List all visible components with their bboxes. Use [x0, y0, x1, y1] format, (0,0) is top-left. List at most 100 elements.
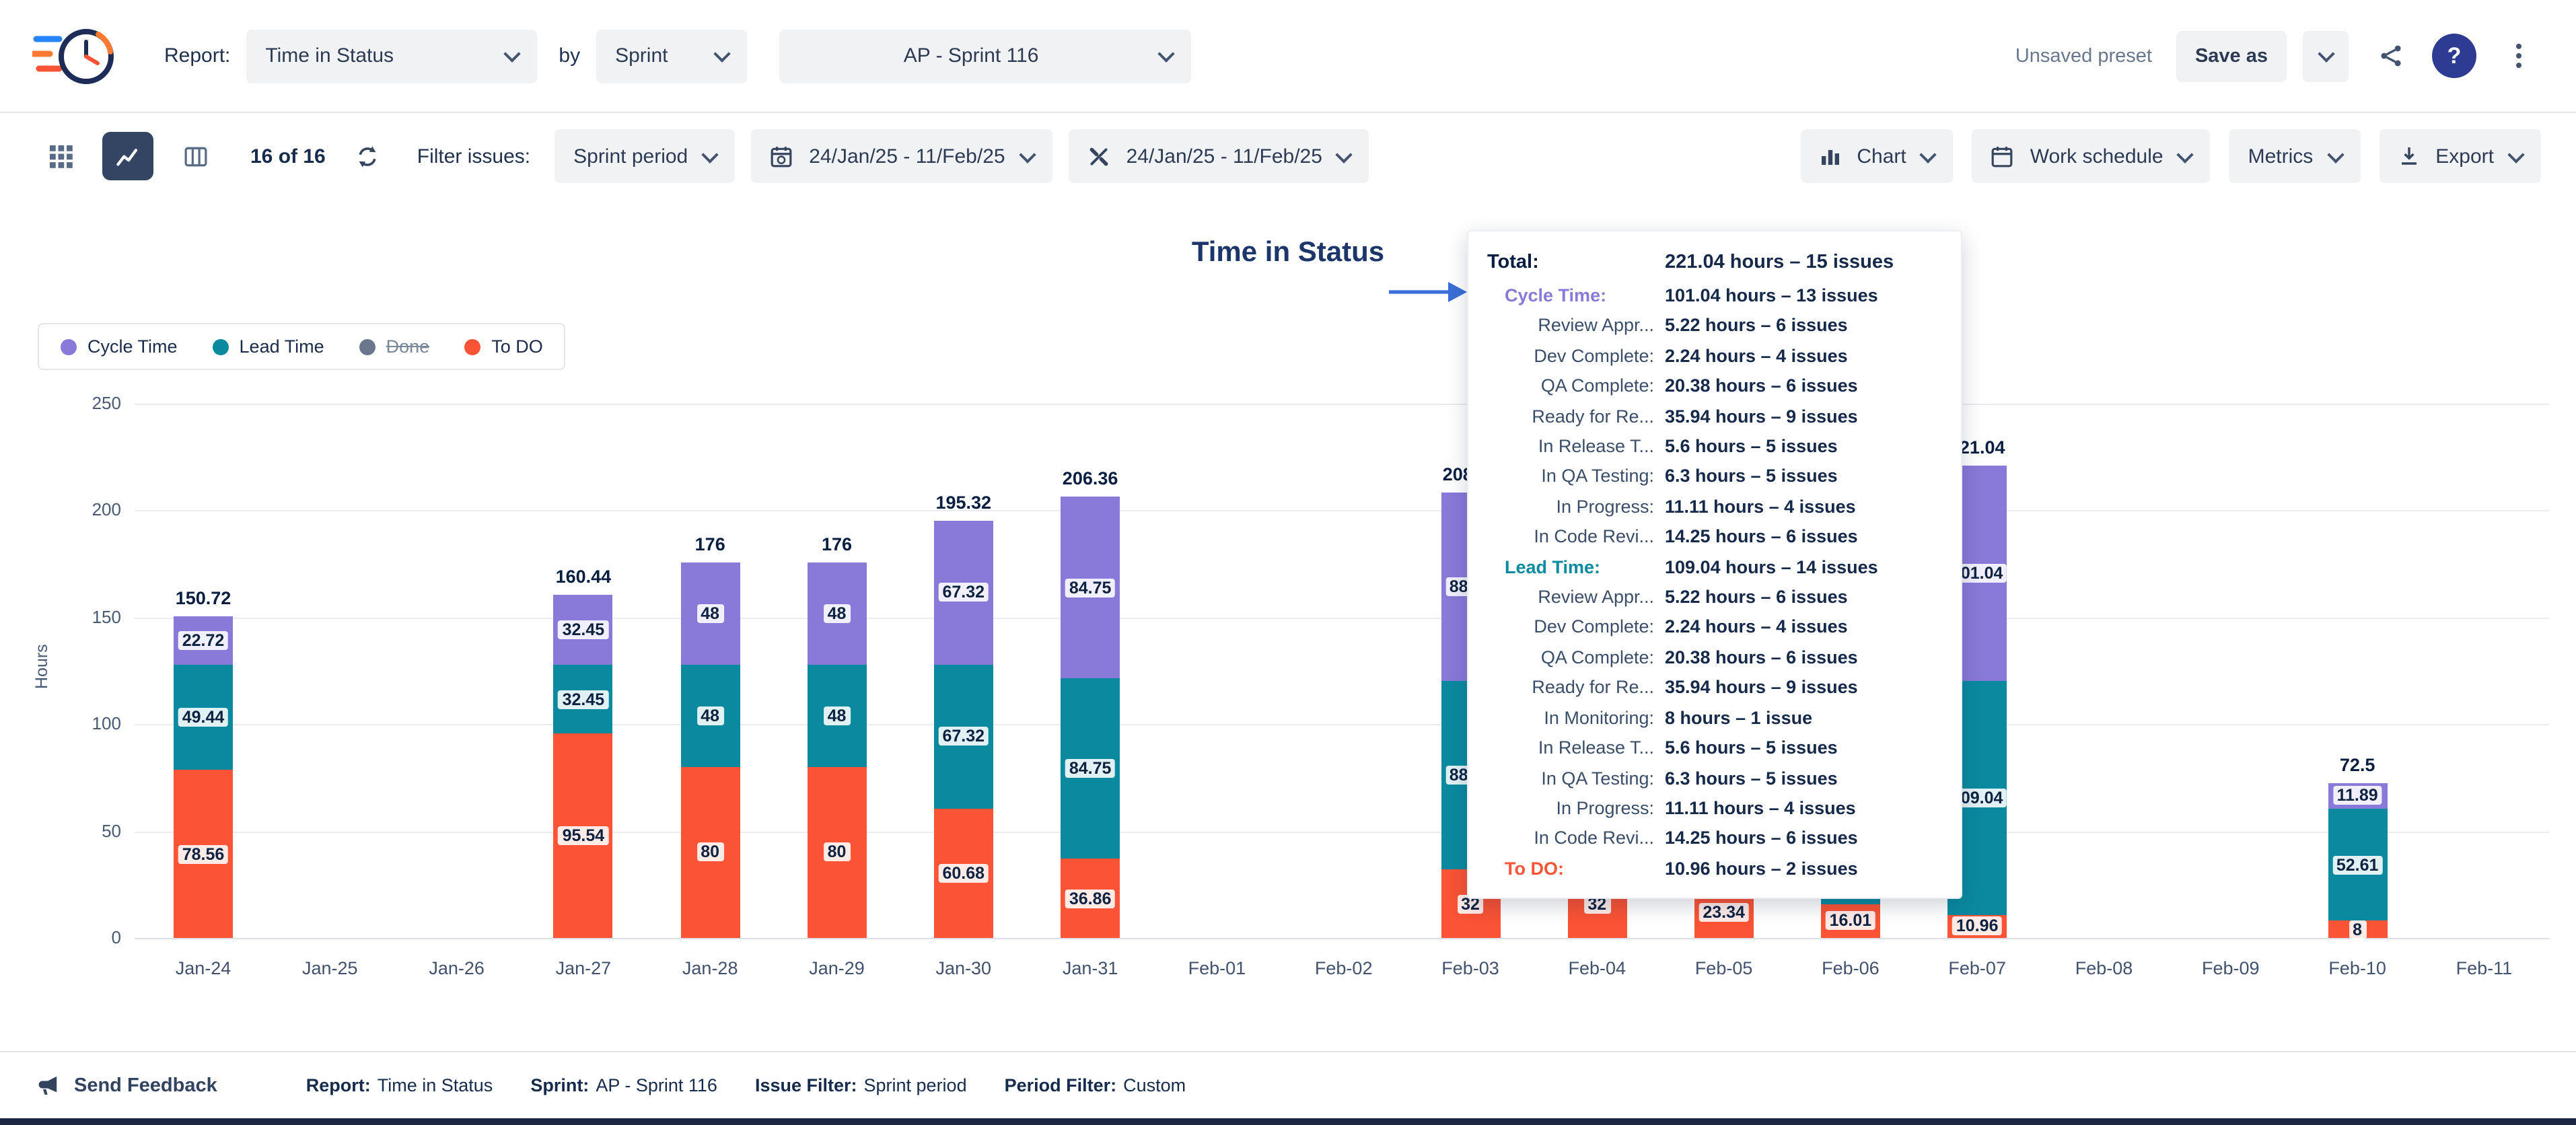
tooltip-row-label: In Progress:: [1487, 493, 1665, 523]
bar-value-label: 23.34: [1698, 904, 1749, 922]
x-axis-label: Jan-24: [176, 958, 231, 978]
window-bottom-edge: [0, 1118, 2576, 1125]
tooltip-row-label: QA Complete:: [1487, 371, 1665, 402]
summary-value: Sprint period: [864, 1075, 967, 1095]
tooltip-row-in-qa-testing: In QA Testing:6.3 hours – 5 issues: [1487, 462, 1942, 493]
tooltip-row-label: In Monitoring:: [1487, 703, 1665, 733]
legend-dot-icon: [359, 338, 375, 355]
bar-value-label: 10.96: [1952, 917, 2003, 936]
x-axis-label: Feb-03: [1441, 958, 1499, 978]
bar-value-label: 11.89: [2333, 787, 2382, 805]
tooltip-row-to-do: To DO:10.96 hours – 2 issues: [1487, 854, 1942, 884]
tooltip-row-label: To DO:: [1487, 854, 1665, 884]
x-axis-label: Feb-10: [2328, 958, 2386, 978]
tooltip-row-value: 2.24 hours – 4 issues: [1665, 613, 1848, 643]
x-axis-label: Feb-02: [1315, 958, 1373, 978]
tooltip-row-value: 5.6 hours – 5 issues: [1665, 733, 1838, 764]
x-axis-label: Feb-07: [1948, 958, 2006, 978]
tooltip-row-value: 109.04 hours – 14 issues: [1665, 552, 1878, 583]
y-axis-title: Hours: [32, 644, 51, 689]
tooltip-row-in-release-t: In Release T...5.6 hours – 5 issues: [1487, 733, 1942, 764]
app-window: Report: Time in Status by Sprint AP - Sp…: [0, 0, 2576, 1125]
tooltip-row-label: Cycle Time:: [1487, 281, 1665, 312]
chart-legend: Cycle Time Lead Time Done To DO: [38, 323, 566, 370]
tooltip-row-value: 221.04 hours – 15 issues: [1665, 245, 1894, 281]
legend-item-done[interactable]: Done: [359, 336, 430, 357]
chart-tooltip: Total:221.04 hours – 15 issuesCycle Time…: [1467, 230, 1962, 899]
bar-value-label: 32.45: [559, 620, 609, 639]
x-axis-label: Jan-26: [429, 958, 485, 978]
tooltip-row-value: 35.94 hours – 9 issues: [1665, 674, 1858, 704]
tooltip-row-label: In Release T...: [1487, 432, 1665, 462]
tooltip-row-label: In Release T...: [1487, 733, 1665, 764]
y-axis-tick-label: 250: [65, 393, 121, 413]
bar-total-label: 72.5: [2340, 755, 2375, 775]
bar-value-label: 48: [824, 706, 851, 725]
legend-item-cycle-time[interactable]: Cycle Time: [61, 336, 178, 357]
legend-dot-icon: [464, 338, 480, 355]
tooltip-row-value: 11.11 hours – 4 issues: [1665, 493, 1856, 523]
tooltip-row-in-code-revi: In Code Revi...14.25 hours – 6 issues: [1487, 523, 1942, 553]
summary-value: AP - Sprint 116: [596, 1075, 717, 1095]
tooltip-row-value: 6.3 hours – 5 issues: [1665, 764, 1838, 794]
summary-value: Custom: [1123, 1075, 1186, 1095]
bar-value-label: 60.68: [939, 864, 989, 883]
bar-value-label: 16.01: [1826, 912, 1876, 931]
summary-period-filter: Period Filter: Custom: [1005, 1075, 1186, 1095]
tooltip-row-value: 101.04 hours – 13 issues: [1665, 281, 1878, 312]
summary-label: Period Filter:: [1005, 1075, 1117, 1095]
tooltip-row-in-monitoring: In Monitoring:8 hours – 1 issue: [1487, 703, 1942, 733]
tooltip-row-qa-complete: QA Complete:20.38 hours – 6 issues: [1487, 371, 1942, 402]
report-summary: Report:Time in StatusSprint:AP - Sprint …: [306, 1075, 1186, 1095]
x-axis-label: Jan-29: [809, 958, 865, 978]
bar-value-label: 67.32: [939, 583, 989, 602]
bar-value-label: 36.86: [1065, 889, 1116, 908]
x-axis-label: Jan-31: [1063, 958, 1118, 978]
gridline: [135, 724, 2549, 725]
tooltip-row-in-progress: In Progress:11.11 hours – 4 issues: [1487, 493, 1942, 523]
tooltip-row-label: Review Appr...: [1487, 312, 1665, 342]
x-axis-label: Feb-05: [1695, 958, 1753, 978]
bar-value-label: 84.75: [1065, 759, 1116, 778]
gridline: [135, 618, 2549, 619]
tooltip-row-lead-time: Lead Time:109.04 hours – 14 issues: [1487, 552, 1942, 583]
tooltip-row-value: 6.3 hours – 5 issues: [1665, 462, 1838, 493]
tooltip-row-value: 8 hours – 1 issue: [1665, 703, 1812, 733]
x-axis-label: Feb-04: [1569, 958, 1626, 978]
tooltip-row-label: In QA Testing:: [1487, 764, 1665, 794]
summary-label: Report:: [306, 1075, 371, 1095]
x-axis-label: Jan-27: [556, 958, 612, 978]
bar-value-label: 22.72: [178, 630, 229, 649]
tooltip-row-value: 5.22 hours – 6 issues: [1665, 312, 1848, 342]
summary-value: Time in Status: [378, 1075, 493, 1095]
bar-value-label: 8: [2349, 920, 2366, 939]
tooltip-row-total: Total:221.04 hours – 15 issues: [1487, 245, 1942, 281]
x-axis-label: Feb-11: [2456, 958, 2513, 978]
tooltip-row-ready-for-re: Ready for Re...35.94 hours – 9 issues: [1487, 402, 1942, 432]
tooltip-row-label: QA Complete:: [1487, 643, 1665, 674]
bar-value-label: 67.32: [939, 727, 989, 746]
legend-label: To DO: [491, 336, 543, 357]
tooltip-row-ready-for-re: Ready for Re...35.94 hours – 9 issues: [1487, 674, 1942, 704]
tooltip-row-in-code-revi: In Code Revi...14.25 hours – 6 issues: [1487, 824, 1942, 855]
tooltip-row-dev-complete: Dev Complete:2.24 hours – 4 issues: [1487, 613, 1942, 643]
legend-label: Lead Time: [240, 336, 324, 357]
tooltip-row-value: 10.96 hours – 2 issues: [1665, 854, 1858, 884]
bar-value-label: 48: [696, 706, 723, 725]
tooltip-row-label: Dev Complete:: [1487, 342, 1665, 372]
bar-total-label: 160.44: [556, 567, 612, 587]
app-footer: Send Feedback Report: Time in Status Sprin…: [0, 1051, 2576, 1118]
send-feedback-button[interactable]: Send Feedback: [35, 1072, 217, 1099]
tooltip-row-cycle-time: Cycle Time:101.04 hours – 13 issues: [1487, 281, 1942, 312]
gridline: [135, 511, 2549, 512]
bar-value-label: 80: [824, 843, 851, 862]
tooltip-row-value: 5.22 hours – 6 issues: [1665, 583, 1848, 613]
bar-value-label: 48: [824, 604, 851, 622]
gridline: [135, 831, 2549, 832]
summary-label: Issue Filter:: [755, 1075, 857, 1095]
legend-item-lead-time[interactable]: Lead Time: [213, 336, 324, 357]
tooltip-row-value: 20.38 hours – 6 issues: [1665, 371, 1858, 402]
legend-item-to-do[interactable]: To DO: [464, 336, 543, 357]
tooltip-row-label: In Code Revi...: [1487, 523, 1665, 553]
tooltip-row-label: In QA Testing:: [1487, 462, 1665, 493]
